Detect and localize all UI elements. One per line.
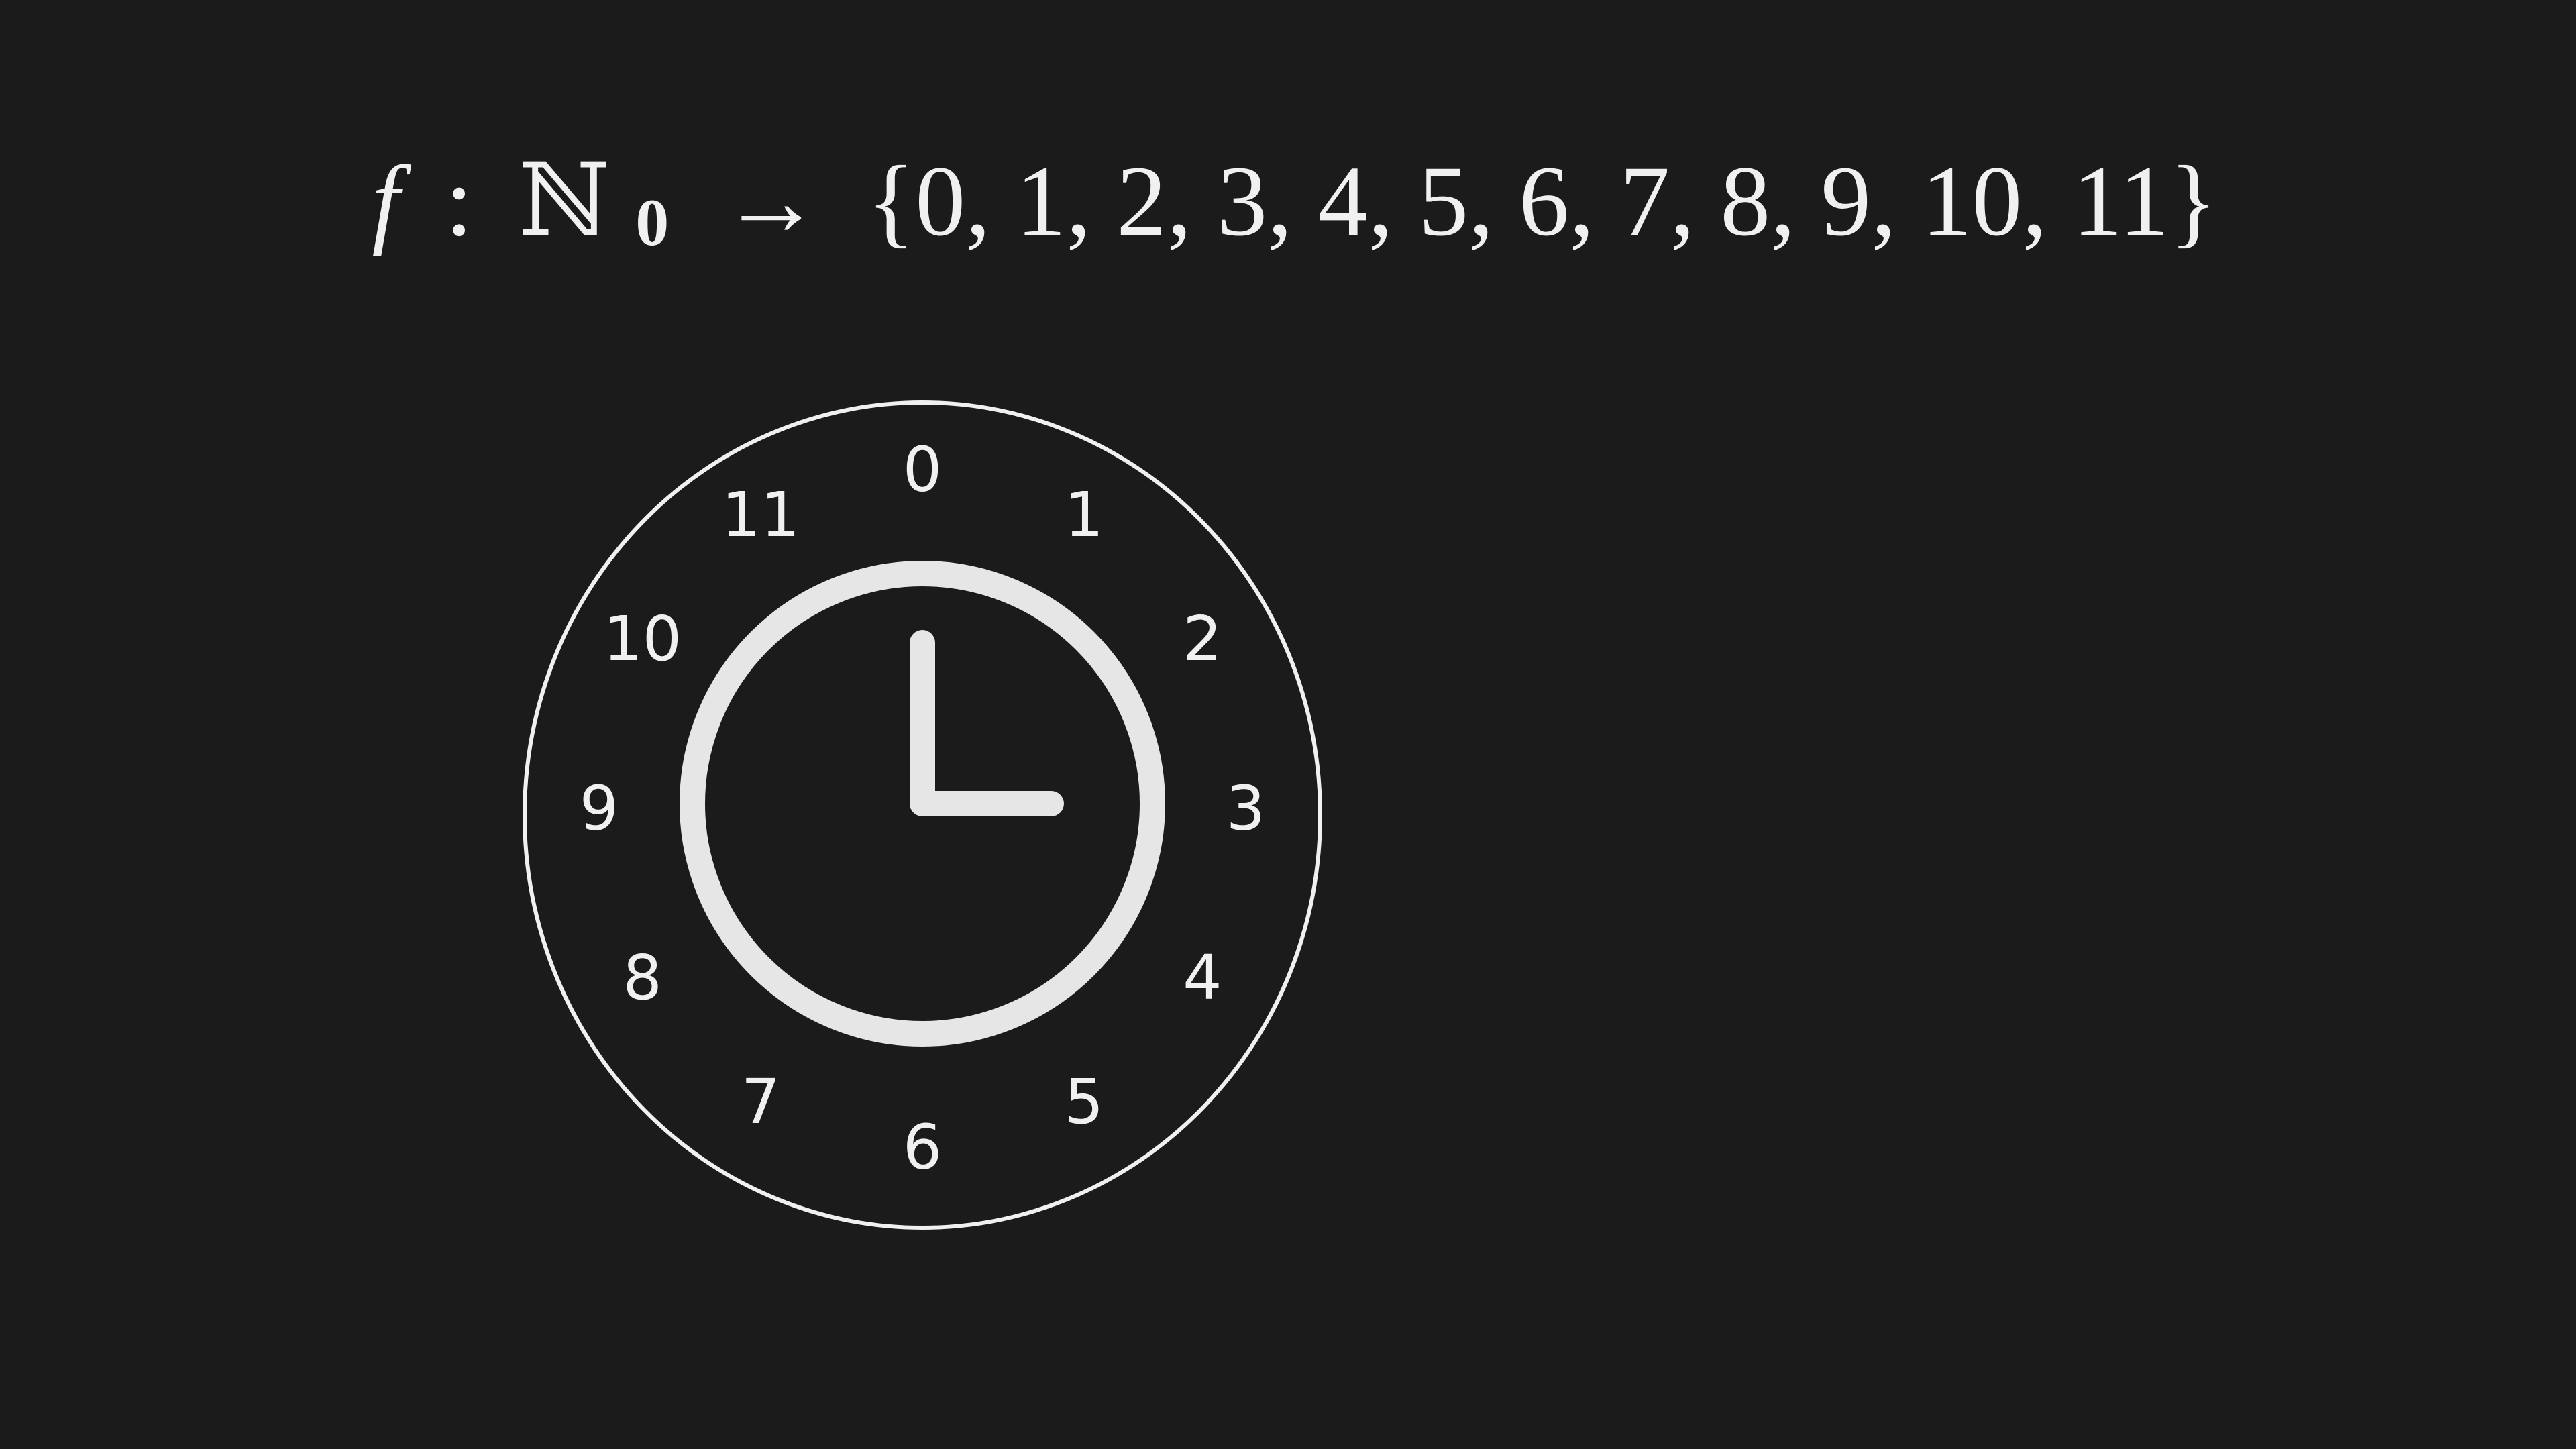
dial-number-11: 11 bbox=[721, 479, 800, 551]
dial-number-3: 3 bbox=[1226, 773, 1266, 845]
dial-number-5: 5 bbox=[1065, 1066, 1104, 1138]
dial-number-2: 2 bbox=[1183, 603, 1222, 675]
dial-number-6: 6 bbox=[903, 1112, 943, 1183]
dial-number-7: 7 bbox=[741, 1066, 781, 1138]
formula-arrow: → bbox=[721, 146, 822, 257]
formula-domain-set: ℕ bbox=[519, 146, 610, 257]
formula-function-name: f bbox=[372, 146, 411, 257]
dial-number-8: 8 bbox=[623, 942, 662, 1014]
dial-number-0: 0 bbox=[903, 434, 943, 506]
dial-number-1: 1 bbox=[1065, 479, 1104, 551]
modular-clock-diagram: f : ℕ 0 → {0, 1, 2, 3, 4, 5, 6, 7, 8, 9,… bbox=[0, 0, 2576, 1449]
formula-codomain: {0, 1, 2, 3, 4, 5, 6, 7, 8, 9, 10, 11} bbox=[867, 146, 2217, 257]
dial-number-4: 4 bbox=[1183, 942, 1222, 1014]
dial-number-10: 10 bbox=[603, 603, 682, 675]
formula-colon: : bbox=[445, 146, 473, 257]
dial-number-9: 9 bbox=[580, 773, 619, 845]
formula-domain-subscript: 0 bbox=[635, 185, 669, 260]
